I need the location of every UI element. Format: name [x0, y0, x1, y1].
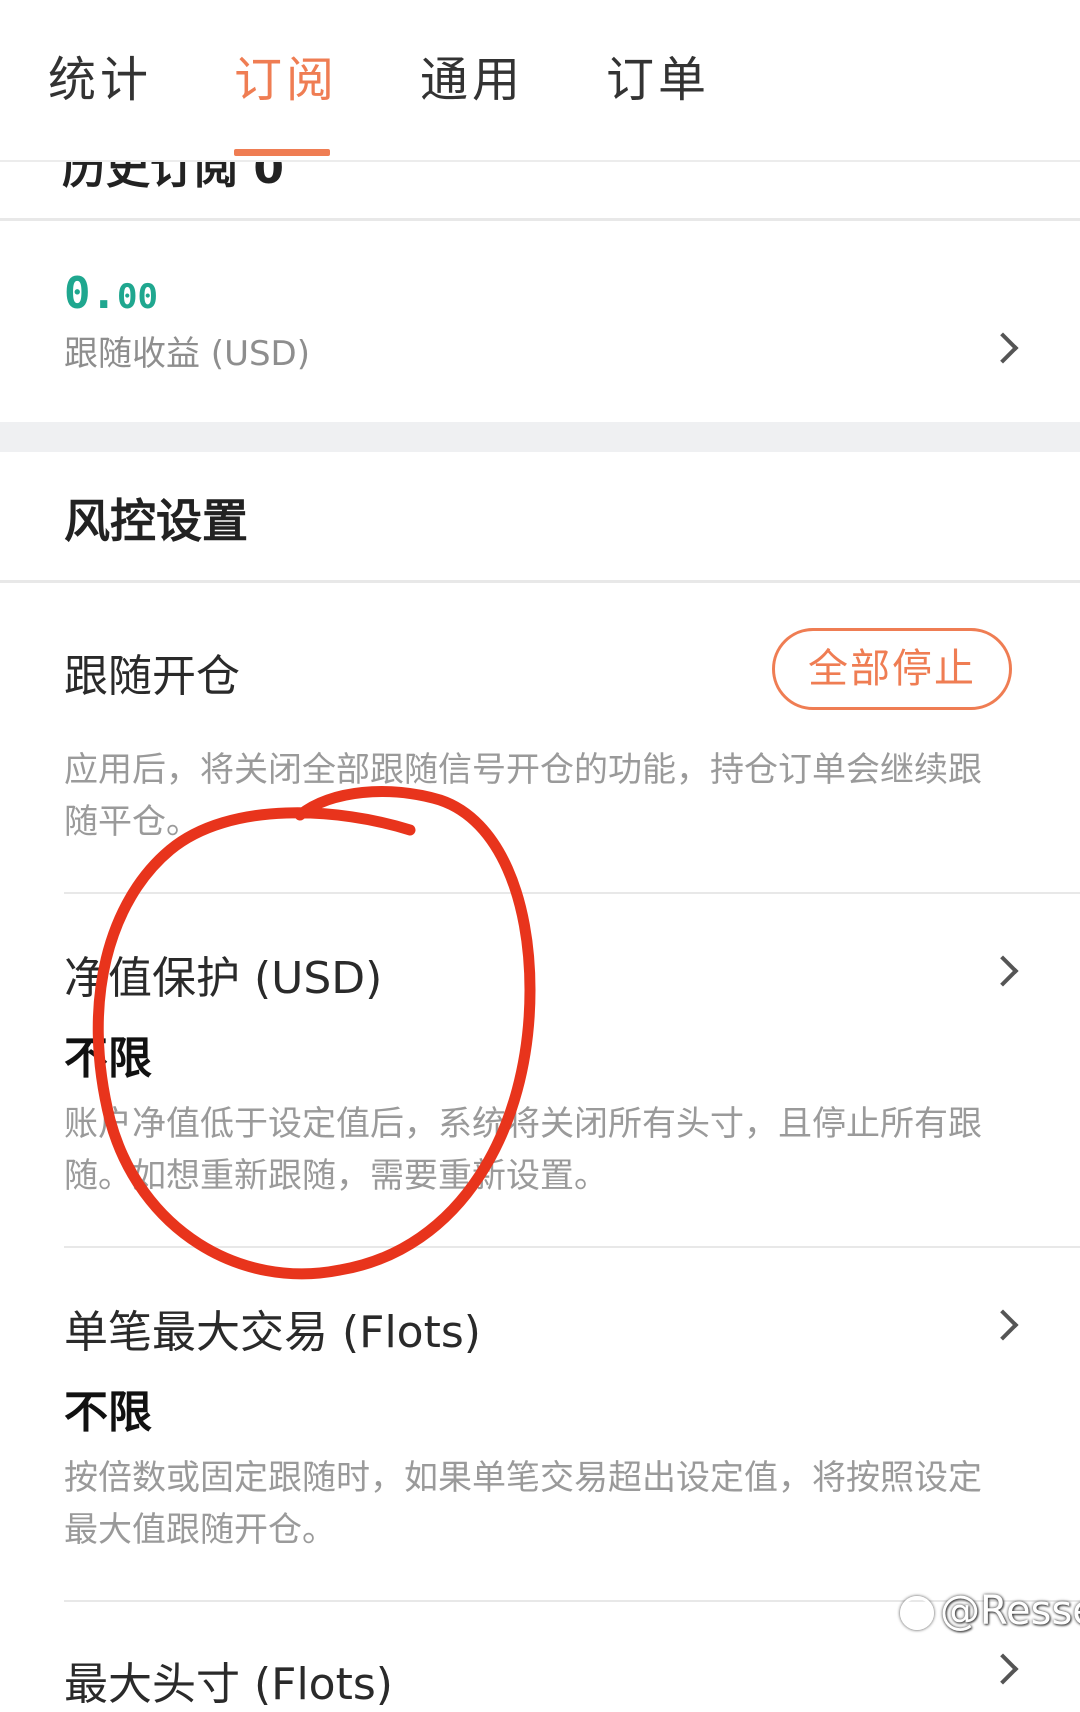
section-gap [0, 422, 1080, 452]
chevron-right-icon[interactable] [987, 332, 1019, 364]
equity-protection-description: 账户净值低于设定值后，系统将关闭所有头寸，且停止所有跟随。如想重新跟随，需要重新… [64, 1104, 982, 1196]
top-tab-bar: 统计 订阅 通用 订单 [0, 0, 1080, 162]
weibo-icon [900, 1596, 934, 1630]
chevron-right-icon[interactable] [987, 1309, 1019, 1341]
tab-statistics[interactable]: 统计 [48, 48, 152, 112]
watermark: @Resse [900, 1588, 1080, 1634]
profit-value-integer: 0. [64, 268, 117, 319]
follow-open-description: 应用后，将关闭全部跟随信号开仓的功能，持仓订单会继续跟随平仓。 [64, 750, 982, 842]
follow-open-title: 跟随开仓 [64, 651, 240, 702]
follow-profit-value: 0.00 [64, 268, 158, 319]
max-single-trade-title: 单笔最大交易 (Flots) [64, 1307, 481, 1358]
tab-subscription[interactable]: 订阅 [234, 48, 338, 112]
max-single-trade-description: 按倍数或固定跟随时，如果单笔交易超出设定值，将按照设定最大值跟随开仓。 [64, 1458, 982, 1550]
max-single-trade-value: 不限 [64, 1387, 152, 1438]
equity-protection-value: 不限 [64, 1033, 152, 1084]
divider [64, 892, 1080, 894]
follow-profit-label: 跟随收益 (USD) [64, 334, 310, 374]
chevron-right-icon[interactable] [987, 955, 1019, 987]
profit-value-decimal: 00 [116, 277, 158, 317]
divider [64, 1246, 1080, 1248]
subscription-page: 历史订阅 0 统计 订阅 通用 订单 0.00 跟随收益 (USD) 风控设置 … [0, 0, 1080, 1710]
divider [0, 580, 1080, 583]
max-position-cut-title: 最大头寸 (Flots) [64, 1659, 393, 1710]
divider [0, 218, 1080, 221]
equity-protection-title: 净值保护 (USD) [64, 953, 383, 1004]
tab-general[interactable]: 通用 [420, 48, 524, 112]
section-title-risk-settings: 风控设置 [64, 494, 248, 548]
chevron-right-icon[interactable] [987, 1653, 1019, 1685]
active-tab-indicator [234, 149, 330, 156]
stop-all-button[interactable]: 全部停止 [772, 628, 1012, 710]
watermark-text: @Resse [940, 1588, 1080, 1634]
tab-orders[interactable]: 订单 [606, 48, 710, 112]
